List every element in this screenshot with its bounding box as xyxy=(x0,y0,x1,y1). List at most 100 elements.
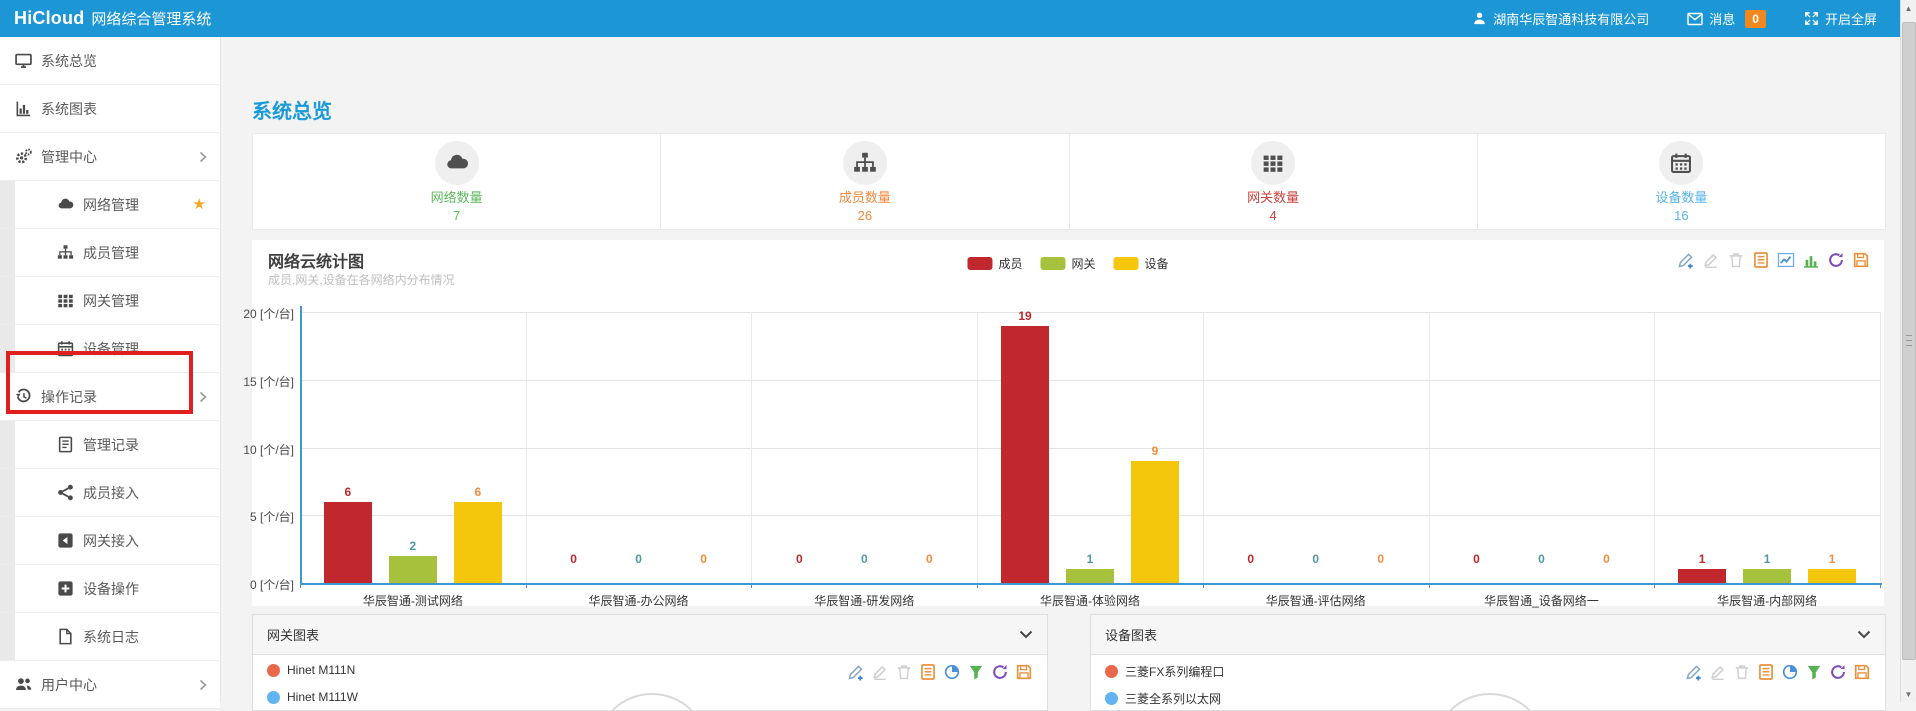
bar[interactable] xyxy=(324,502,372,583)
funnel-icon[interactable] xyxy=(967,663,985,681)
vlab: 2 xyxy=(393,539,433,553)
funnel-icon[interactable] xyxy=(1805,663,1823,681)
sidebar-item-operation-records[interactable]: 操作记录 xyxy=(0,373,220,421)
sidebar-item-management-records[interactable]: 管理记录 xyxy=(0,421,220,469)
vlab: 0 xyxy=(779,552,819,566)
stat-device-count[interactable]: 设备数量 16 xyxy=(1477,134,1885,229)
file-text-icon xyxy=(57,436,74,453)
edit-icon[interactable] xyxy=(847,663,865,681)
pie-chart-icon[interactable] xyxy=(943,663,961,681)
gears-icon xyxy=(15,148,32,165)
scroll-up-arrow[interactable]: ▲ xyxy=(1901,0,1916,16)
sidebar-item-system-logs[interactable]: 系统日志 xyxy=(0,613,220,661)
sidebar-item-label: 网络管理 xyxy=(83,195,139,215)
favorite-star-icon[interactable]: ★ xyxy=(193,197,206,212)
bar[interactable] xyxy=(1066,569,1114,583)
brand[interactable]: HiCloud 网络综合管理系统 xyxy=(0,8,211,29)
bar[interactable] xyxy=(389,556,437,583)
stat-label: 网关数量 xyxy=(1247,187,1299,206)
chevron-down-icon[interactable] xyxy=(1019,630,1033,639)
restore-refresh-icon[interactable] xyxy=(1829,663,1847,681)
users-icon xyxy=(15,676,32,693)
bar[interactable] xyxy=(454,502,502,583)
page-title: 系统总览 xyxy=(252,95,332,124)
sidebar-item-label: 系统总览 xyxy=(41,51,97,71)
catlab: 华辰智通-内部网络 xyxy=(1654,592,1880,609)
stat-value: 26 xyxy=(858,208,872,223)
save-image-icon[interactable] xyxy=(1853,663,1871,681)
company-menu[interactable]: 湖南华辰智通科技有限公司 xyxy=(1472,9,1649,28)
bar[interactable] xyxy=(1678,569,1726,583)
clear-trash-icon[interactable] xyxy=(1733,663,1751,681)
fullscreen-button[interactable]: 开启全屏 xyxy=(1804,9,1877,28)
device-legend-item[interactable]: 三菱全系列以太网 xyxy=(1105,690,1221,707)
cloud-icon xyxy=(57,196,74,213)
data-view-icon[interactable] xyxy=(1757,663,1775,681)
vlab: 0 xyxy=(909,552,949,566)
vlab: 0 xyxy=(554,552,594,566)
panel-header-device[interactable]: 设备图表 xyxy=(1091,615,1885,655)
gridv xyxy=(1203,312,1204,583)
sidebar-item-member-management[interactable]: 成员管理 xyxy=(0,229,220,277)
catlab: 华辰智通-测试网络 xyxy=(300,592,526,609)
clear-trash-icon[interactable] xyxy=(895,663,913,681)
sidebar-item-system-charts[interactable]: 系统图表 xyxy=(0,85,220,133)
catlab: 华辰智通_设备网络一 xyxy=(1429,592,1655,609)
chevron-down-icon[interactable] xyxy=(1857,630,1871,639)
data-view-icon[interactable] xyxy=(919,663,937,681)
sidebar-item-member-access[interactable]: 成员接入 xyxy=(0,469,220,517)
gridh xyxy=(300,312,1880,313)
vlab: 0 xyxy=(684,552,724,566)
sidebar-item-gateway-access[interactable]: 网关接入 xyxy=(0,517,220,565)
stat-member-count[interactable]: 成员数量 26 xyxy=(660,134,1068,229)
axis-x xyxy=(300,583,1882,585)
sidebar-item-label: 管理中心 xyxy=(41,147,97,167)
stat-value: 16 xyxy=(1674,208,1688,223)
scrollbar-thumb[interactable] xyxy=(1902,22,1916,660)
legend-dot xyxy=(267,664,280,677)
vlab: 6 xyxy=(328,485,368,499)
restore-refresh-icon[interactable] xyxy=(991,663,1009,681)
vlab: 0 xyxy=(1456,552,1496,566)
gridv xyxy=(977,312,978,583)
panel-title: 设备图表 xyxy=(1105,625,1157,644)
sidebar-item-label: 网关管理 xyxy=(83,291,139,311)
vlab: 0 xyxy=(1361,552,1401,566)
sidebar-item-device-management[interactable]: 设备管理 xyxy=(0,325,220,373)
save-image-icon[interactable] xyxy=(1015,663,1033,681)
sidebar-item-gateway-management[interactable]: 网关管理 xyxy=(0,277,220,325)
sidebar-item-device-operations[interactable]: 设备操作 xyxy=(0,565,220,613)
sidebar-item-management-center[interactable]: 管理中心 xyxy=(0,133,220,181)
product-name: 网络综合管理系统 xyxy=(91,8,211,29)
stat-value: 4 xyxy=(1270,208,1277,223)
vlab: 0 xyxy=(1586,552,1626,566)
bar[interactable] xyxy=(1743,569,1791,583)
catlab: 华辰智通-研发网络 xyxy=(751,592,977,609)
bar[interactable] xyxy=(1808,569,1856,583)
panel-header-gateway[interactable]: 网关图表 xyxy=(253,615,1047,655)
page-scrollbar[interactable]: ▲ ▼ xyxy=(1900,0,1916,702)
stat-value: 7 xyxy=(453,208,460,223)
sidebar-item-label: 管理记录 xyxy=(83,435,139,455)
calendar-icon xyxy=(1659,141,1703,185)
scroll-down-arrow[interactable]: ▼ xyxy=(1901,686,1916,702)
sidebar-item-network-management[interactable]: 网络管理 ★ xyxy=(0,181,220,229)
sidebar-item-system-overview[interactable]: 系统总览 xyxy=(0,37,220,85)
gridh xyxy=(300,448,1880,449)
sidebar-item-label: 成员管理 xyxy=(83,243,139,263)
sitemap-icon xyxy=(843,141,887,185)
messages-button[interactable]: 消息 0 xyxy=(1687,9,1766,28)
gateway-legend-item[interactable]: Hinet M111N xyxy=(267,663,355,677)
cloud-icon xyxy=(435,141,479,185)
calendar-icon xyxy=(57,340,74,357)
bar[interactable] xyxy=(1001,326,1049,583)
pie-chart-icon[interactable] xyxy=(1781,663,1799,681)
vlab: 1 xyxy=(1812,552,1852,566)
stat-network-count[interactable]: 网络数量 7 xyxy=(253,134,660,229)
device-legend-item[interactable]: 三菱FX系列编程口 xyxy=(1105,663,1224,680)
edit-icon[interactable] xyxy=(1685,663,1703,681)
bar[interactable] xyxy=(1131,461,1179,583)
edit-disabled-icon xyxy=(871,663,889,681)
stat-gateway-count[interactable]: 网关数量 4 xyxy=(1069,134,1477,229)
sidebar-item-label: 用户中心 xyxy=(41,675,97,695)
